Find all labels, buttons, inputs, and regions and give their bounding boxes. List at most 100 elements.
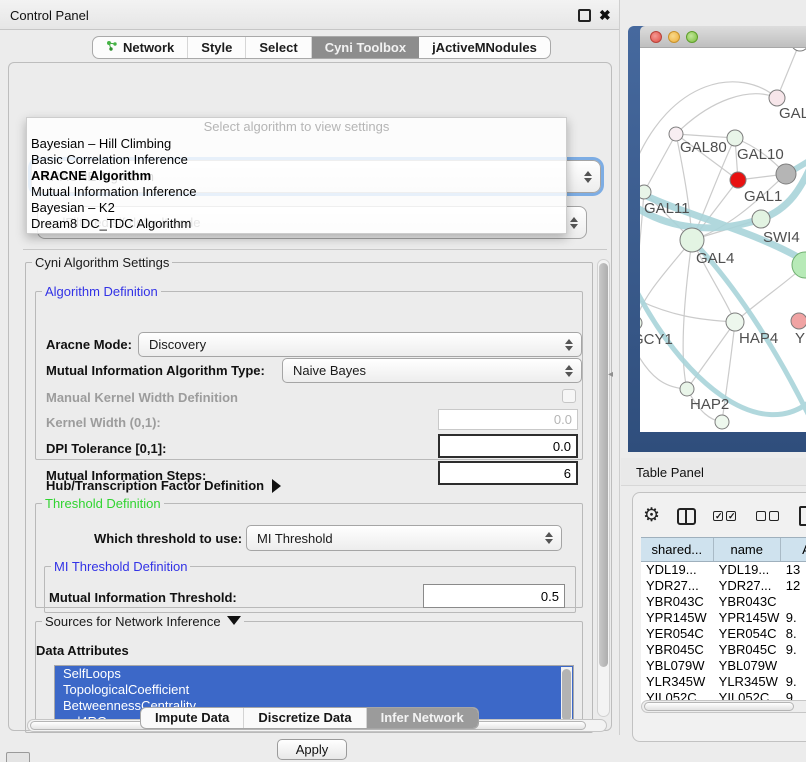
tab-discretize-data[interactable]: Discretize Data: [244, 708, 366, 728]
tab-cyni-toolbox-label: Cyni Toolbox: [325, 37, 406, 58]
node-label-gal1: GAL1: [744, 188, 782, 205]
mi-threshold-title: MI Threshold Definition: [51, 559, 190, 574]
aracne-mode-combobox[interactable]: Discovery: [138, 332, 582, 357]
mi-steps-input[interactable]: [438, 461, 578, 485]
tab-cyni-toolbox[interactable]: Cyni Toolbox: [312, 37, 419, 58]
dropdown-option-basic-correlation[interactable]: Basic Correlation Inference: [27, 152, 566, 168]
dropdown-option-bayesian-k2[interactable]: Bayesian – K2: [27, 200, 566, 216]
data-attributes-label: Data Attributes: [36, 643, 129, 658]
mi-threshold-input[interactable]: [423, 584, 565, 608]
table-row[interactable]: YDR27... YDR27... 12: [641, 578, 806, 594]
node-gal1-red[interactable]: [730, 172, 746, 188]
list-item-topologicalcoefficient[interactable]: TopologicalCoefficient: [55, 682, 573, 698]
settings-vertical-scrollbar[interactable]: [597, 259, 610, 717]
node-label-hap2: HAP2: [690, 396, 729, 413]
mi-threshold-definition-group: MI Threshold Definition Mutual Informati…: [44, 559, 576, 613]
node-hap2[interactable]: [680, 382, 694, 396]
node-hap4[interactable]: [726, 313, 744, 331]
table-row[interactable]: YLR345W YLR345W 9.: [641, 674, 806, 690]
node-top-cut[interactable]: [791, 48, 806, 51]
tab-style[interactable]: Style: [188, 37, 246, 58]
table-row[interactable]: YBR045C YBR045C 9.: [641, 642, 806, 658]
column-header-third[interactable]: A: [781, 538, 806, 561]
scrollbar-thumb[interactable]: [644, 702, 794, 711]
node-label-gal4: GAL4: [696, 250, 734, 267]
network-canvas[interactable]: GAL GAL80 GAL10 GAL1 GAL11 SWI4 GAL4 GCY…: [640, 48, 806, 432]
close-traffic-light-icon[interactable]: [650, 31, 662, 43]
apply-button[interactable]: Apply: [277, 739, 347, 760]
aracne-mode-label: Aracne Mode:: [46, 337, 132, 352]
network-window-titlebar[interactable]: [640, 26, 806, 48]
mi-algorithm-type-combobox[interactable]: Naive Bayes: [282, 358, 582, 383]
scrollbar-thumb[interactable]: [599, 263, 608, 667]
node-gal11[interactable]: [640, 185, 651, 199]
scrollbar-thumb[interactable]: [562, 669, 571, 721]
tab-infer-network[interactable]: Infer Network: [367, 708, 478, 728]
list-item-selfloops[interactable]: SelfLoops: [55, 666, 573, 682]
node-label-gcy1: GCY1: [640, 331, 673, 348]
table-row[interactable]: YPR145W YPR145W 9.: [641, 610, 806, 626]
node-bottom[interactable]: [715, 415, 729, 429]
float-window-icon[interactable]: [578, 9, 591, 22]
dpi-tolerance-label: DPI Tolerance [0,1]:: [46, 441, 166, 456]
cyni-algorithm-settings-group: Cyni Algorithm Settings Algorithm Defini…: [25, 255, 593, 733]
node-gal10[interactable]: [727, 130, 743, 146]
minimize-traffic-light-icon[interactable]: [668, 31, 680, 43]
cell: YDR27...: [714, 578, 781, 594]
table-row[interactable]: YDL19... YDL19... 13: [641, 562, 806, 578]
hub-definition-expander[interactable]: Hub/Transcription Factor Definition: [46, 478, 281, 493]
node-label-swi4: SWI4: [763, 229, 800, 246]
column-layout-icon[interactable]: [677, 508, 696, 525]
dropdown-placeholder: Select algorithm to view settings: [27, 118, 566, 136]
cell: YBL079W: [714, 658, 781, 674]
settings-group-title: Cyni Algorithm Settings: [32, 255, 172, 270]
node-swi4[interactable]: [752, 210, 770, 228]
node-gal4[interactable]: [680, 228, 704, 252]
dropdown-option-bayesian-hill-climbing[interactable]: Bayesian – Hill Climbing: [27, 136, 566, 152]
deselect-all-icon[interactable]: [756, 511, 782, 521]
dropdown-option-mutual-information[interactable]: Mutual Information Inference: [27, 184, 566, 200]
table-row[interactable]: YER054C YER054C 8.: [641, 626, 806, 642]
close-icon[interactable]: ✖: [599, 9, 612, 22]
sources-title: Sources for Network Inference: [42, 614, 244, 629]
kernel-width-input[interactable]: [438, 409, 578, 430]
tab-select-label: Select: [259, 37, 297, 58]
cell: YLR345W: [714, 674, 781, 690]
dropdown-option-aracne[interactable]: ARACNE Algorithm: [27, 168, 566, 184]
splitter-collapse-icon[interactable]: ◂: [608, 369, 613, 380]
dropdown-option-dream8[interactable]: Dream8 DC_TDC Algorithm: [27, 216, 566, 232]
node-salmon[interactable]: [791, 313, 806, 329]
network-view-window[interactable]: GAL GAL80 GAL10 GAL1 GAL11 SWI4 GAL4 GCY…: [628, 26, 806, 452]
which-threshold-label: Which threshold to use:: [94, 531, 242, 546]
cyni-toolbox-panel: Inference Algorithm ARACNE Algorithm gal…: [8, 62, 612, 731]
table-row[interactable]: YBR043C YBR043C: [641, 594, 806, 610]
tab-network[interactable]: Network: [93, 37, 188, 58]
sources-title-text: Sources for Network Inference: [45, 614, 221, 629]
cell: YBR043C: [714, 594, 781, 610]
cell: YER054C: [641, 626, 714, 642]
hub-definition-label: Hub/Transcription Factor Definition: [46, 478, 264, 493]
node-gray[interactable]: [776, 164, 796, 184]
spinner-arrows-icon: [580, 171, 596, 183]
manual-kernel-checkbox[interactable]: [562, 389, 576, 403]
tab-network-label: Network: [123, 37, 174, 58]
node-gcy1[interactable]: [640, 316, 642, 330]
column-header-name[interactable]: name: [714, 538, 781, 561]
select-all-icon[interactable]: ✓✓: [713, 511, 739, 521]
settings-gear-icon[interactable]: ⚙: [643, 506, 660, 526]
tab-impute-data[interactable]: Impute Data: [141, 708, 244, 728]
manual-kernel-label: Manual Kernel Width Definition: [46, 390, 238, 405]
dpi-tolerance-input[interactable]: [438, 434, 578, 458]
node-gal-pink[interactable]: [769, 90, 785, 106]
aracne-mode-value: Discovery: [139, 337, 561, 352]
column-header-shared-name[interactable]: shared...: [641, 538, 714, 561]
table-horizontal-scrollbar[interactable]: [641, 700, 806, 713]
network-graph: GAL GAL80 GAL10 GAL1 GAL11 SWI4 GAL4 GCY…: [640, 48, 806, 432]
zoom-traffic-light-icon[interactable]: [686, 31, 698, 43]
tab-select[interactable]: Select: [246, 37, 311, 58]
tab-jactivemnodules[interactable]: jActiveMNodules: [419, 37, 550, 58]
export-table-icon[interactable]: [799, 506, 806, 526]
cell: [781, 594, 806, 610]
table-row[interactable]: YBL079W YBL079W: [641, 658, 806, 674]
which-threshold-combobox[interactable]: MI Threshold: [246, 525, 562, 551]
